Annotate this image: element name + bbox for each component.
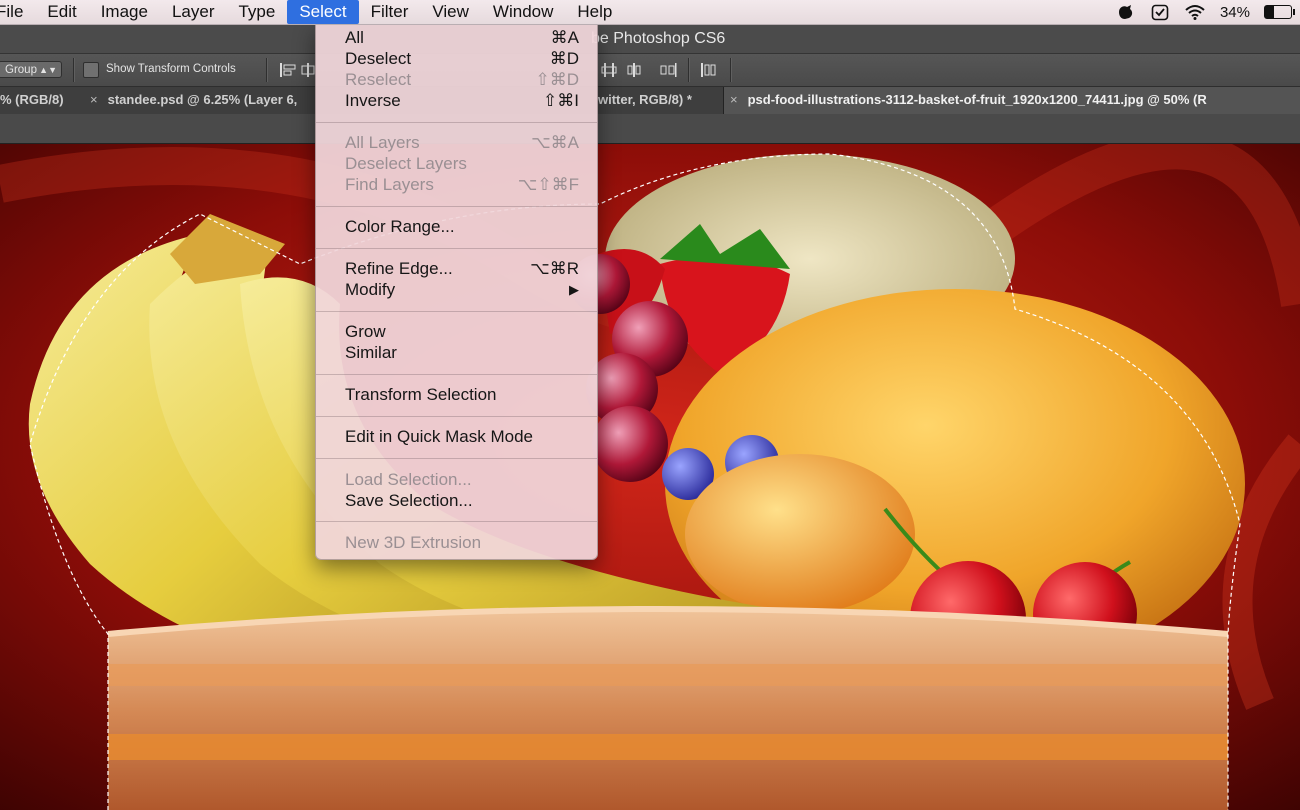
menu-item-load-selection: Load Selection... — [316, 469, 597, 490]
menu-window[interactable]: Window — [481, 0, 565, 24]
auto-align-icon[interactable] — [700, 62, 718, 78]
align-left-icon[interactable] — [279, 62, 297, 78]
status-area: 34% — [1116, 0, 1295, 24]
menu-item-label: Modify — [345, 280, 396, 299]
menu-help[interactable]: Help — [565, 0, 624, 24]
menu-separator — [316, 248, 597, 249]
menu-item-label: All — [345, 28, 364, 47]
menu-item-deselect-layers: Deselect Layers — [316, 153, 597, 174]
tab-label: % (RGB/8) — [0, 92, 64, 107]
mac-menu-bar: File Edit Image Layer Type Select Filter… — [0, 0, 1300, 25]
menu-item-all-layers: All Layers ⌥⌘A — [316, 132, 597, 153]
menu-item-label: Load Selection... — [345, 470, 472, 489]
menu-item-label: Find Layers — [345, 175, 434, 194]
menu-item-label: Similar — [345, 343, 397, 362]
menu-separator — [316, 122, 597, 123]
menu-item-label: Deselect — [345, 49, 412, 68]
menu-separator — [316, 458, 597, 459]
menu-item-inverse[interactable]: Inverse ⇧⌘I — [316, 90, 597, 111]
menu-layer[interactable]: Layer — [160, 0, 227, 24]
close-icon[interactable]: × — [90, 87, 98, 113]
menu-item-modify[interactable]: Modify ▶ — [316, 279, 597, 300]
menu-item-color-range[interactable]: Color Range... — [316, 216, 597, 237]
menu-type[interactable]: Type — [226, 0, 287, 24]
menu-item-shortcut: ⇧⌘D — [535, 70, 579, 89]
menu-item-label: Save Selection... — [345, 491, 473, 510]
menu-filter[interactable]: Filter — [359, 0, 421, 24]
menu-item-refine-edge[interactable]: Refine Edge... ⌥⌘R — [316, 258, 597, 279]
menu-separator — [316, 206, 597, 207]
app-title-bar: be Photoshop CS6 — [0, 25, 1300, 54]
divider — [688, 58, 690, 82]
menu-item-shortcut: ⌥⇧⌘F — [517, 175, 579, 194]
select-menu-dropdown: All ⌘A Deselect ⌘D Reselect ⇧⌘D Inverse … — [315, 24, 598, 560]
menu-view[interactable]: View — [420, 0, 481, 24]
menu-item-deselect[interactable]: Deselect ⌘D — [316, 48, 597, 69]
distribute-right-icon[interactable] — [659, 62, 677, 78]
menu-item-new-3d-extrusion: New 3D Extrusion — [316, 532, 597, 553]
tab-label: psd-food-illustrations-3112-basket-of-fr… — [747, 92, 1207, 107]
menu-item-shortcut: ⌥⌘A — [531, 133, 579, 152]
menu-separator — [316, 311, 597, 312]
distribute-center-icon[interactable] — [600, 62, 618, 78]
auto-select-value: Group — [5, 64, 37, 76]
doc-tab[interactable]: × standee.psd @ 6.25% (Layer 6, — [84, 87, 303, 114]
ruler-strip — [0, 114, 1300, 144]
menu-item-label: Deselect Layers — [345, 154, 467, 173]
wifi-icon[interactable] — [1184, 3, 1206, 21]
evernote-icon[interactable] — [1116, 3, 1136, 21]
tab-label: standee.psd @ 6.25% (Layer 6, — [107, 92, 298, 107]
app-title: be Photoshop CS6 — [591, 30, 726, 47]
menu-item-label: Transform Selection — [345, 385, 497, 404]
menu-item-label: New 3D Extrusion — [345, 533, 482, 552]
menu-item-label: Edit in Quick Mask Mode — [345, 427, 534, 446]
menu-select[interactable]: Select — [287, 0, 359, 24]
menu-item-label: Refine Edge... — [345, 259, 453, 278]
close-icon[interactable]: × — [730, 87, 738, 113]
doc-tab[interactable]: % (RGB/8) — [0, 87, 70, 114]
menu-item-similar[interactable]: Similar — [316, 342, 597, 363]
menu-item-transform-selection[interactable]: Transform Selection — [316, 384, 597, 405]
auto-select-dropdown[interactable]: Group ▲▼ — [0, 61, 62, 78]
tab-label: witter, RGB/8) * — [598, 92, 692, 107]
doc-tab[interactable]: witter, RGB/8) * — [592, 87, 698, 114]
menu-item-grow[interactable]: Grow — [316, 321, 597, 342]
document-tab-bar: % (RGB/8) × standee.psd @ 6.25% (Layer 6,… — [0, 87, 1300, 115]
options-bar: Group ▲▼ Show Transform Controls — [0, 54, 1300, 87]
divider — [266, 58, 268, 82]
menu-item-shortcut: ⌘A — [550, 28, 579, 47]
show-transform-checkbox[interactable] — [83, 62, 99, 78]
battery-icon[interactable] — [1264, 5, 1295, 19]
menu-item-label: Color Range... — [345, 217, 455, 236]
menu-separator — [316, 521, 597, 522]
menu-item-quick-mask[interactable]: Edit in Quick Mask Mode — [316, 426, 597, 447]
task-check-icon[interactable] — [1150, 2, 1170, 22]
menu-item-shortcut: ⌥⌘R — [530, 259, 579, 278]
show-transform-label: Show Transform Controls — [106, 63, 236, 75]
menu-separator — [316, 416, 597, 417]
menu-item-label: Inverse — [345, 91, 401, 110]
menu-edit[interactable]: Edit — [35, 0, 88, 24]
menu-item-reselect: Reselect ⇧⌘D — [316, 69, 597, 90]
dropdown-arrows-icon: ▲▼ — [39, 65, 57, 75]
distribute-horizontal-icon[interactable] — [625, 62, 643, 78]
menu-item-all[interactable]: All ⌘A — [316, 27, 597, 48]
menu-item-label: All Layers — [345, 133, 420, 152]
battery-percentage: 34% — [1219, 3, 1250, 21]
document-canvas[interactable] — [0, 144, 1300, 810]
menu-file[interactable]: File — [0, 0, 35, 24]
menu-item-save-selection[interactable]: Save Selection... — [316, 490, 597, 511]
submenu-arrow-icon: ▶ — [569, 282, 579, 297]
menu-item-label: Reselect — [345, 70, 412, 89]
menu-item-find-layers: Find Layers ⌥⇧⌘F — [316, 174, 597, 195]
divider — [73, 58, 75, 82]
menu-image[interactable]: Image — [89, 0, 160, 24]
menu-separator — [316, 374, 597, 375]
menu-item-shortcut: ⌘D — [549, 49, 579, 68]
menu-item-shortcut: ⇧⌘I — [543, 91, 579, 110]
doc-tab-active[interactable]: × psd-food-illustrations-3112-basket-of-f… — [723, 87, 1300, 114]
divider — [730, 58, 732, 82]
menu-item-label: Grow — [345, 322, 386, 341]
fruit-basket-illustration — [0, 144, 1300, 810]
